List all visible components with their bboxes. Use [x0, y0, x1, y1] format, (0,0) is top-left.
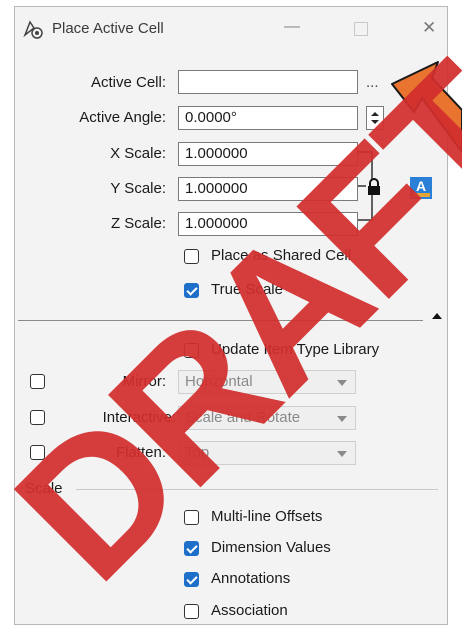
y-scale-field[interactable]: 1.000000 [178, 177, 358, 201]
multi-line-offsets-checkbox[interactable] [184, 510, 199, 525]
minimize-button[interactable]: — [284, 18, 300, 36]
flatten-checkbox[interactable] [30, 445, 45, 460]
arrow-annotation [391, 61, 462, 153]
association-label: Association [211, 602, 288, 619]
scale-group-line [76, 489, 438, 490]
true-scale-checkbox[interactable] [184, 283, 199, 298]
place-shared-cell-label: Place as Shared Cell [211, 247, 352, 264]
active-angle-field[interactable]: 0.0000° [178, 106, 358, 130]
active-angle-label: Active Angle: [79, 109, 166, 126]
title-bar: Place Active Cell — ✕ [14, 6, 448, 52]
update-item-type-library-label: Update Item Type Library [211, 341, 380, 358]
dimension-values-label: Dimension Values [211, 539, 331, 556]
mirror-checkbox[interactable] [30, 374, 45, 389]
scale-group-title: Scale [25, 480, 63, 497]
true-scale-label: True Scale [211, 281, 283, 298]
lock-icon[interactable] [366, 178, 382, 196]
triangle-up-icon[interactable] [432, 313, 442, 319]
place-shared-cell-checkbox[interactable] [184, 249, 199, 264]
z-scale-field[interactable]: 1.000000 [178, 212, 358, 236]
chevron-down-icon [337, 416, 347, 422]
flatten-value: Top [185, 444, 210, 461]
browse-button[interactable]: ... [366, 74, 379, 91]
dimension-values-checkbox[interactable] [184, 541, 199, 556]
association-checkbox[interactable] [184, 604, 199, 619]
maximize-button[interactable] [354, 22, 368, 36]
y-scale-label: Y Scale: [110, 180, 166, 197]
z-scale-label: Z Scale: [110, 215, 166, 232]
mirror-value: Horizontal [185, 373, 253, 390]
x-scale-label: X Scale: [110, 145, 166, 162]
section-divider [18, 320, 423, 321]
annotations-checkbox[interactable] [184, 572, 199, 587]
close-button[interactable]: ✕ [422, 18, 436, 38]
flatten-label: Flatten: [115, 444, 166, 461]
chevron-down-icon [337, 451, 347, 457]
interactive-dropdown[interactable]: Scale and Rotate [178, 406, 356, 430]
x-scale-field[interactable]: 1.000000 [178, 142, 358, 166]
annotations-label: Annotations [211, 570, 291, 587]
interactive-value: Scale and Rotate [185, 409, 301, 426]
mirror-label: Mirror: [122, 373, 166, 390]
interactive-checkbox[interactable] [30, 410, 45, 425]
window-title: Place Active Cell [52, 20, 164, 37]
multi-line-offsets-label: Multi-line Offsets [211, 508, 323, 525]
active-cell-field[interactable] [178, 70, 358, 94]
interactive-label: Interactive: [102, 409, 176, 426]
cell-placement-icon [22, 18, 44, 40]
svg-text:A: A [416, 178, 426, 194]
flatten-dropdown[interactable]: Top [178, 441, 356, 465]
mirror-dropdown[interactable]: Horizontal [178, 370, 356, 394]
chevron-down-icon [337, 380, 347, 386]
text-style-icon[interactable]: A [409, 176, 433, 200]
update-item-type-library-checkbox[interactable] [184, 343, 199, 358]
active-cell-label: Active Cell: [90, 74, 166, 91]
